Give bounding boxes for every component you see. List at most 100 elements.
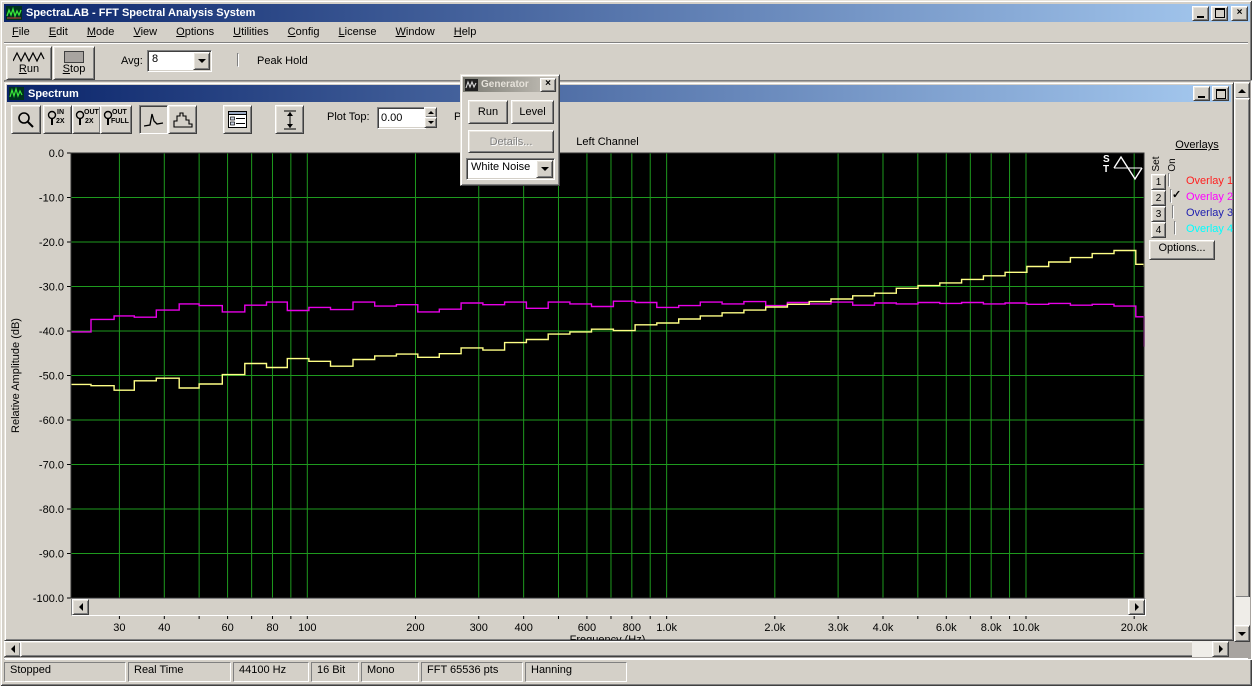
chevron-down-icon [198, 59, 206, 63]
chevron-down-icon [541, 167, 549, 171]
arrow-down-icon [428, 121, 434, 124]
generator-titlebar: Generator × [463, 77, 557, 92]
overlay-4-set-button[interactable]: 4 [1151, 222, 1166, 238]
menu-help[interactable]: Help [446, 23, 485, 41]
zoom-out-full-button[interactable]: OUT FULL [100, 105, 132, 134]
overlay-1-checkbox[interactable] [1168, 173, 1170, 187]
display-settings-button[interactable] [223, 105, 252, 134]
svg-text:-30.0: -30.0 [39, 282, 64, 294]
scroll-up-button[interactable] [1234, 82, 1250, 99]
maximize-button[interactable] [1211, 6, 1228, 21]
minimize-icon [1198, 96, 1205, 98]
arrow-left-icon [79, 603, 83, 611]
peak-hold-checkbox[interactable] [237, 53, 239, 67]
status-channels: Mono [361, 662, 419, 682]
svg-text:10.0k: 10.0k [1013, 622, 1040, 634]
svg-text:-100.0: -100.0 [33, 593, 64, 605]
overlay-4-checkbox[interactable] [1174, 221, 1176, 235]
horizontal-scrollbar-track[interactable] [1192, 641, 1212, 657]
spectrum-icon [9, 87, 24, 100]
main-window: SpectraLAB - FFT Spectral Analysis Syste… [0, 0, 1252, 686]
avg-combobox[interactable]: 8 [147, 50, 212, 72]
svg-text:-40.0: -40.0 [39, 326, 64, 338]
status-fft-size: FFT 65536 pts [421, 662, 523, 682]
overlay-3-set-button[interactable]: 3 [1151, 206, 1166, 222]
stop-button[interactable]: Stop [53, 46, 95, 80]
menu-bar: File Edit Mode View Options Utilities Co… [4, 23, 1248, 42]
plot-top-label: Plot Top: [327, 111, 370, 123]
magnifier-icon [17, 111, 35, 129]
arrow-up-icon [1238, 89, 1246, 93]
menu-view[interactable]: View [125, 23, 165, 41]
zoom-button[interactable] [11, 105, 41, 134]
plot-top-spinner [424, 107, 436, 127]
run-button[interactable]: Run [6, 46, 52, 80]
vertical-scrollbar[interactable] [1234, 82, 1250, 641]
spinner-down-button[interactable] [424, 117, 437, 128]
zoom-out-2x-label-top: OUT [84, 110, 99, 116]
pan-right-button[interactable] [1128, 599, 1145, 615]
menu-edit[interactable]: Edit [41, 23, 76, 41]
generator-signal-dropdown-button[interactable] [536, 160, 553, 178]
close-icon: × [545, 78, 551, 89]
svg-text:3.0k: 3.0k [828, 622, 849, 634]
svg-text:-70.0: -70.0 [39, 460, 64, 472]
generator-level-button[interactable]: Level [511, 100, 554, 124]
vertical-scrollbar-thumb[interactable] [1234, 98, 1250, 598]
overlay-1-set-button[interactable]: 1 [1151, 174, 1166, 190]
menu-mode[interactable]: Mode [79, 23, 123, 41]
svg-text:800: 800 [623, 622, 641, 634]
svg-text:2.0k: 2.0k [764, 622, 785, 634]
generator-details-button[interactable]: Details... [468, 130, 554, 153]
menu-config[interactable]: Config [280, 23, 328, 41]
generator-close-button[interactable]: × [540, 78, 556, 92]
svg-text:-20.0: -20.0 [39, 237, 64, 249]
horizontal-scrollbar-thumb[interactable] [20, 641, 1194, 657]
spectrum-minimize-button[interactable] [1193, 86, 1210, 101]
minimize-button[interactable] [1192, 6, 1209, 21]
st-badge-t: T [1103, 165, 1109, 174]
overlay-2-set-button[interactable]: 2 [1151, 190, 1166, 206]
plot-range-button[interactable] [275, 105, 304, 134]
horizontal-scrollbar[interactable] [4, 641, 1228, 657]
menu-separator [4, 42, 1248, 44]
line-plot-button[interactable] [139, 105, 168, 134]
plot-top-input[interactable] [377, 107, 426, 129]
menu-file[interactable]: File [4, 23, 38, 41]
menu-options[interactable]: Options [168, 23, 222, 41]
st-badge: S T [1103, 155, 1145, 185]
overlay-1-label: Overlay 1 [1186, 175, 1237, 187]
generator-run-button[interactable]: Run [468, 100, 508, 124]
close-button[interactable]: × [1231, 6, 1248, 21]
svg-text:300: 300 [470, 622, 488, 634]
spectrum-maximize-button[interactable] [1212, 86, 1229, 101]
overlay-2-checkbox[interactable] [1170, 189, 1172, 203]
scroll-down-button[interactable] [1234, 625, 1250, 642]
plot-pan-scrollbar[interactable] [71, 598, 1146, 616]
menu-window[interactable]: Window [388, 23, 443, 41]
scroll-left-button[interactable] [4, 641, 21, 657]
generator-icon [465, 79, 478, 91]
zoom-out-2x-button[interactable]: OUT 2X [72, 105, 101, 134]
status-sample-rate: 44100 Hz [233, 662, 309, 682]
scroll-right-button[interactable] [1212, 641, 1229, 657]
zoom-in-2x-label-bottom: 2X [56, 119, 65, 125]
overlay-3-checkbox[interactable] [1172, 205, 1174, 219]
bar-plot-button[interactable] [168, 105, 197, 134]
avg-dropdown-button[interactable] [193, 52, 210, 70]
menu-license[interactable]: License [331, 23, 385, 41]
spectrum-title: Spectrum [28, 88, 79, 100]
overlays-options-button[interactable]: Options... [1149, 240, 1215, 260]
status-run-state: Stopped [4, 662, 126, 682]
zoom-in-2x-button[interactable]: IN 2X [43, 105, 72, 134]
generator-signal-combobox[interactable]: White Noise [466, 158, 555, 180]
vertical-range-icon [282, 110, 298, 130]
svg-text:0.0: 0.0 [49, 148, 64, 160]
vertical-scrollbar-track[interactable] [1234, 597, 1250, 625]
pan-left-button[interactable] [72, 599, 89, 615]
window-title: SpectraLAB - FFT Spectral Analysis Syste… [26, 7, 255, 19]
svg-text:6.0k: 6.0k [936, 622, 957, 634]
menu-utilities[interactable]: Utilities [225, 23, 276, 41]
svg-text:8.0k: 8.0k [981, 622, 1002, 634]
line-plot-icon [144, 112, 164, 128]
